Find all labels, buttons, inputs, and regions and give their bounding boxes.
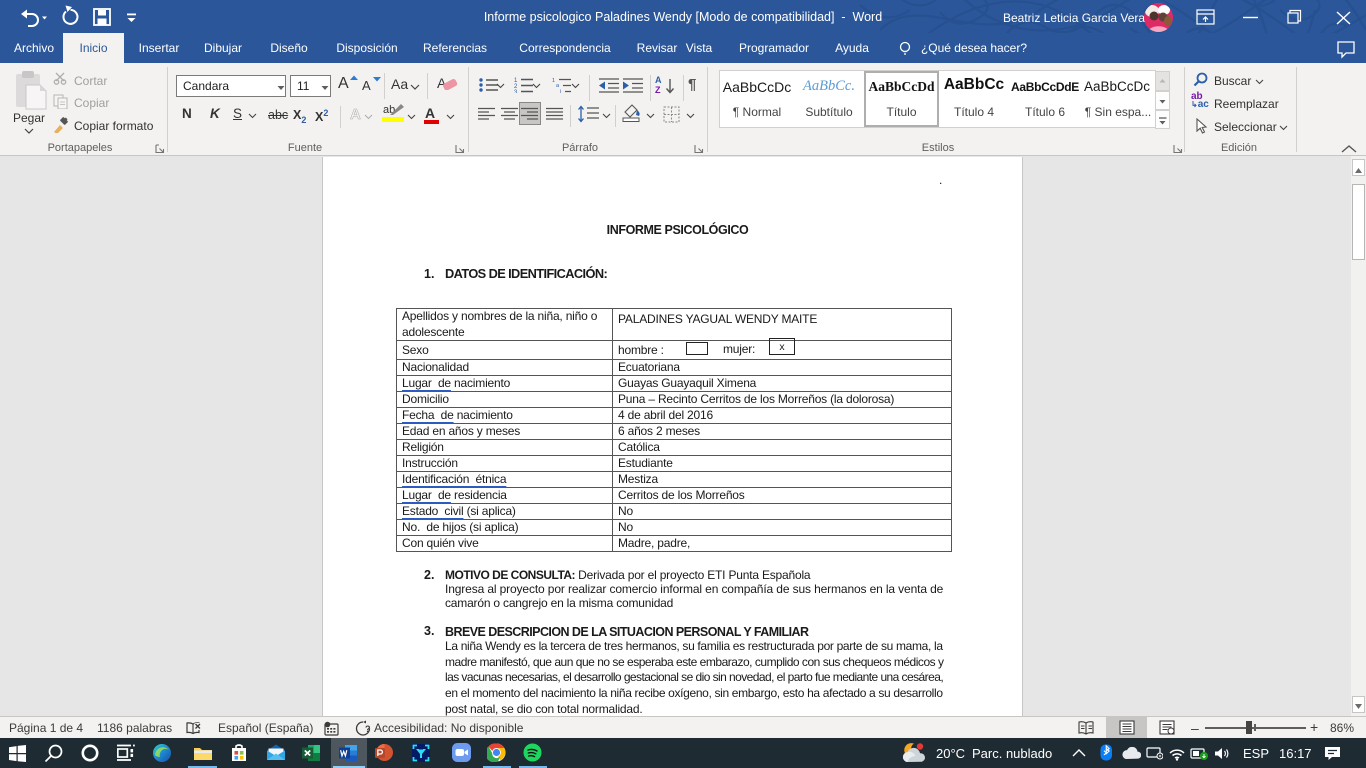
svg-text:i: i: [560, 89, 561, 93]
svg-text:?: ?: [365, 724, 371, 734]
svg-text:1: 1: [552, 78, 555, 84]
svg-text:3: 3: [514, 90, 518, 93]
